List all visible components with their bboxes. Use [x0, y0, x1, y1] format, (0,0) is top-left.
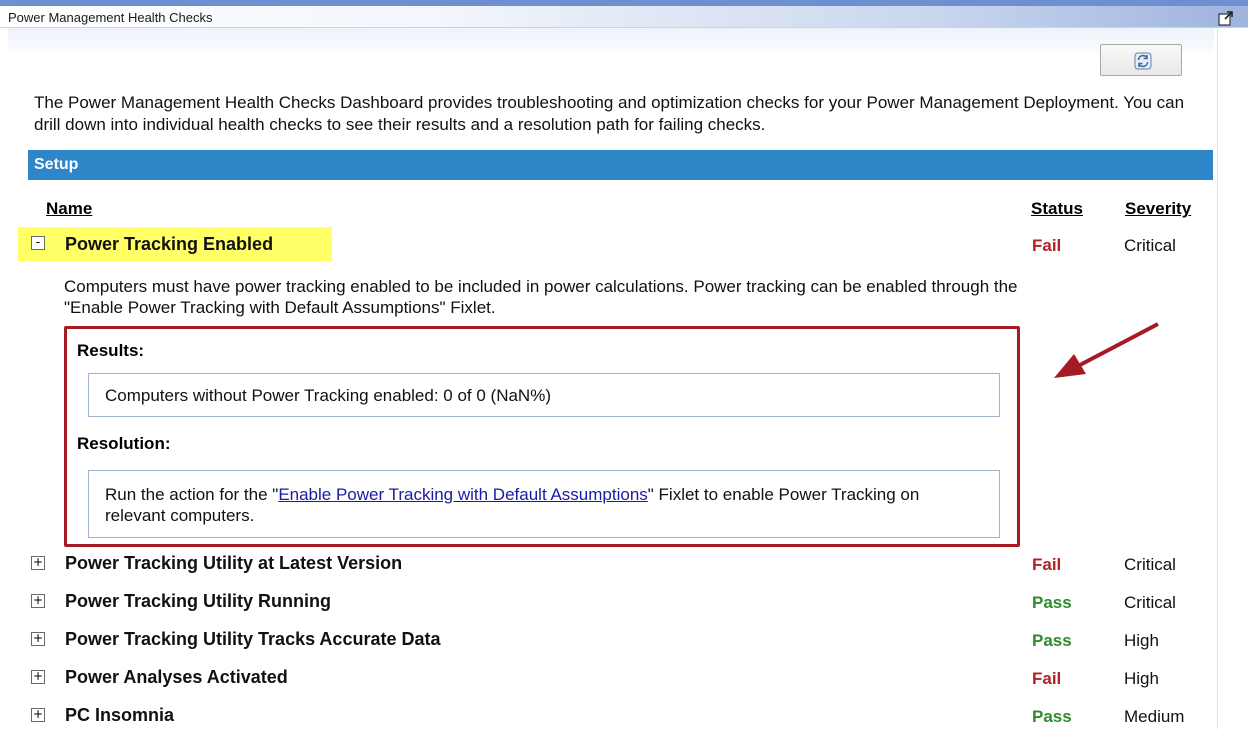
- status-badge: Pass: [1032, 707, 1072, 726]
- check-name[interactable]: Power Tracking Utility Tracks Accurate D…: [65, 629, 441, 650]
- expand-toggle[interactable]: +: [31, 708, 45, 722]
- severity-label: High: [1124, 631, 1159, 650]
- fixlet-link[interactable]: Enable Power Tracking with Default Assum…: [278, 485, 647, 504]
- resolution-box: Run the action for the "Enable Power Tra…: [88, 470, 1000, 538]
- status-badge: Fail: [1032, 555, 1062, 574]
- toolbar-band: [8, 28, 1214, 52]
- severity-label: Critical: [1124, 593, 1176, 612]
- severity-label: Critical: [1124, 555, 1176, 574]
- column-header-name[interactable]: Name: [46, 199, 92, 219]
- severity-label: Medium: [1124, 707, 1185, 726]
- refresh-button[interactable]: [1100, 44, 1182, 76]
- arrow-icon: [1054, 322, 1159, 378]
- resolution-label: Resolution:: [77, 434, 171, 453]
- status-badge: Fail: [1032, 669, 1062, 688]
- intro-text: The Power Management Health Checks Dashb…: [34, 93, 1185, 134]
- expand-toggle[interactable]: +: [31, 670, 45, 684]
- column-header-status[interactable]: Status: [1031, 199, 1083, 219]
- resolution-prefix: Run the action for the ": [105, 485, 279, 504]
- status-badge: Fail: [1032, 236, 1062, 255]
- expand-toggle[interactable]: +: [31, 594, 45, 608]
- expand-toggle[interactable]: +: [31, 556, 45, 570]
- refresh-icon: [1134, 52, 1152, 70]
- results-box: Computers without Power Tracking enabled…: [88, 373, 1000, 417]
- popout-icon[interactable]: [1218, 10, 1234, 26]
- scrollbar[interactable]: [1217, 28, 1248, 729]
- check-name[interactable]: Power Tracking Utility Running: [65, 591, 331, 612]
- check-name[interactable]: Power Analyses Activated: [65, 667, 288, 688]
- severity-label: High: [1124, 669, 1159, 688]
- status-badge: Pass: [1032, 631, 1072, 650]
- section-header-setup: Setup: [28, 150, 1213, 180]
- window-title: Power Management Health Checks: [8, 10, 213, 25]
- check-name[interactable]: Power Tracking Utility at Latest Version: [65, 553, 402, 574]
- results-label: Results:: [77, 341, 145, 360]
- expand-toggle[interactable]: +: [31, 632, 45, 646]
- results-text: Computers without Power Tracking enabled…: [105, 386, 551, 405]
- severity-label: Critical: [1124, 236, 1176, 255]
- check-description: Computers must have power tracking enabl…: [64, 277, 1018, 317]
- check-name[interactable]: PC Insomnia: [65, 705, 174, 726]
- section-title: Setup: [34, 156, 79, 173]
- column-header-severity[interactable]: Severity: [1125, 199, 1191, 219]
- window-titlebar: Power Management Health Checks: [0, 0, 1248, 28]
- status-badge: Pass: [1032, 593, 1072, 612]
- check-name[interactable]: Power Tracking Enabled: [65, 234, 273, 255]
- collapse-toggle[interactable]: -: [31, 236, 45, 250]
